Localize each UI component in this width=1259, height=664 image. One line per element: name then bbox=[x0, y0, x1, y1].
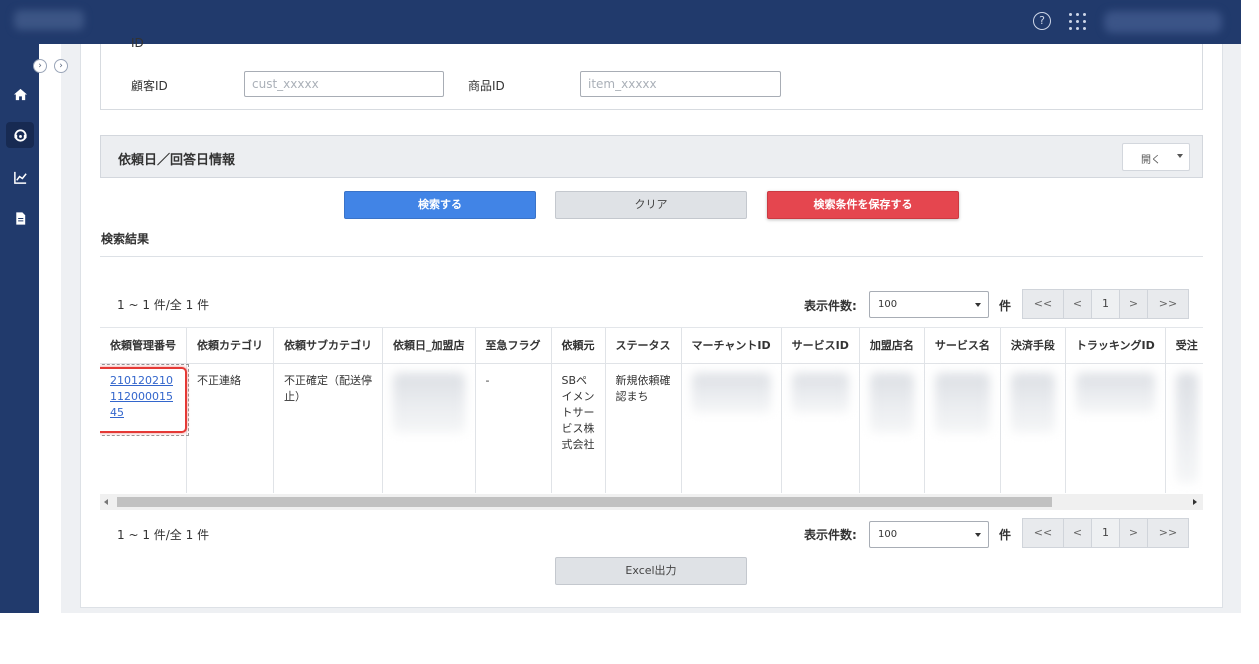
sidebar bbox=[0, 44, 39, 613]
merchant-name-cell bbox=[859, 363, 925, 493]
column-header[interactable]: トラッキングID bbox=[1065, 328, 1166, 364]
status-cell: 新規依頼確認まち bbox=[605, 363, 682, 493]
urgent-flag-cell: - bbox=[475, 363, 552, 493]
category-cell: 不正連絡 bbox=[186, 363, 274, 493]
chart-icon[interactable] bbox=[6, 164, 34, 190]
excel-export-button[interactable]: Excel出力 bbox=[555, 557, 747, 585]
pager-first[interactable]: << bbox=[1022, 289, 1064, 319]
pager-current[interactable]: 1 bbox=[1091, 289, 1120, 319]
tracking-id-cell bbox=[1065, 363, 1166, 493]
help-icon[interactable]: ? bbox=[1033, 12, 1051, 30]
open-panel-button[interactable]: 開く bbox=[1122, 143, 1190, 171]
column-header[interactable]: マーチャントID bbox=[681, 328, 782, 364]
redacted-value bbox=[691, 372, 771, 413]
page-size-select-bottom[interactable]: 100 bbox=[869, 521, 989, 548]
panel-expand-icon[interactable]: › bbox=[54, 59, 68, 73]
service-id-cell bbox=[781, 363, 860, 493]
redacted-value bbox=[393, 372, 465, 433]
highlight-box bbox=[100, 366, 187, 433]
id-label: ID bbox=[131, 36, 144, 50]
column-header[interactable]: 決済手段 bbox=[1000, 328, 1066, 364]
pager-prev[interactable]: < bbox=[1063, 518, 1092, 548]
document-icon[interactable] bbox=[6, 205, 34, 231]
top-bar: ? bbox=[0, 0, 1241, 44]
support-icon[interactable] bbox=[6, 122, 34, 148]
page-size-label-bottom: 表示件数: bbox=[804, 528, 857, 542]
result-count-bottom: 1 ~ 1 件/全 1 件 bbox=[117, 528, 210, 542]
search-button[interactable]: 検索する bbox=[344, 191, 536, 219]
page-size-unit-bottom: 件 bbox=[999, 528, 1012, 542]
page-size-select-top[interactable]: 100 bbox=[869, 291, 989, 318]
scroll-left-icon[interactable] bbox=[104, 499, 108, 505]
save-conditions-button[interactable]: 検索条件を保存する bbox=[767, 191, 959, 219]
customer-id-input[interactable] bbox=[244, 71, 444, 97]
pager-last[interactable]: >> bbox=[1147, 289, 1189, 319]
pager-bottom: << < 1 > >> bbox=[1022, 518, 1189, 548]
product-id-label: 商品ID bbox=[468, 79, 505, 93]
column-header[interactable]: ステータス bbox=[605, 328, 682, 364]
caret-down-icon bbox=[975, 303, 981, 307]
column-header[interactable]: 至急フラグ bbox=[475, 328, 552, 364]
sidebar-expand-icon[interactable]: › bbox=[33, 59, 47, 73]
pager-first[interactable]: << bbox=[1022, 518, 1064, 548]
column-header[interactable]: 受注 bbox=[1165, 328, 1203, 364]
merchant-request-date-cell bbox=[382, 363, 476, 493]
pager-current[interactable]: 1 bbox=[1091, 518, 1120, 548]
page-size-label-top: 表示件数: bbox=[804, 299, 857, 313]
redacted-value bbox=[791, 372, 849, 413]
pager-last[interactable]: >> bbox=[1147, 518, 1189, 548]
divider bbox=[100, 256, 1203, 257]
scroll-thumb[interactable] bbox=[117, 497, 1052, 507]
table-row: 210120210112000015 45 不正連絡 不正確定（配送停止） - … bbox=[100, 363, 1203, 493]
subcategory-cell: 不正確定（配送停止） bbox=[273, 363, 383, 493]
column-header[interactable]: サービスID bbox=[781, 328, 860, 364]
pager-top: << < 1 > >> bbox=[1022, 289, 1189, 319]
home-icon[interactable] bbox=[6, 81, 34, 107]
redacted-value bbox=[869, 372, 914, 433]
requester-cell: SBペイメントサービス株式会社 bbox=[551, 363, 606, 493]
pager-prev[interactable]: < bbox=[1063, 289, 1092, 319]
open-panel-label: 開く bbox=[1141, 155, 1161, 166]
redacted-value bbox=[934, 372, 990, 433]
redacted-value bbox=[1075, 372, 1155, 413]
pager-next[interactable]: > bbox=[1119, 518, 1148, 548]
results-table: 依頼管理番号 依頼カテゴリ 依頼サブカテゴリ 依頼日_加盟店 至急フラグ 依頼元… bbox=[100, 327, 1203, 493]
page-size-unit-top: 件 bbox=[999, 299, 1012, 313]
merchant-id-cell bbox=[681, 363, 782, 493]
page-size-value: 100 bbox=[878, 529, 898, 540]
horizontal-scrollbar[interactable] bbox=[100, 494, 1203, 510]
table-header-row: 依頼管理番号 依頼カテゴリ 依頼サブカテゴリ 依頼日_加盟店 至急フラグ 依頼元… bbox=[100, 328, 1203, 364]
user-menu[interactable] bbox=[1104, 11, 1222, 33]
customer-id-label: 顧客ID bbox=[131, 79, 168, 93]
request-number-cell: 210120210112000015 45 bbox=[100, 363, 189, 493]
column-header[interactable]: 依頼管理番号 bbox=[100, 328, 187, 364]
order-cell bbox=[1165, 363, 1203, 493]
column-header[interactable]: 依頼カテゴリ bbox=[186, 328, 274, 364]
column-header[interactable]: 加盟店名 bbox=[859, 328, 925, 364]
result-count-top: 1 ~ 1 件/全 1 件 bbox=[117, 298, 210, 312]
column-header[interactable]: 依頼日_加盟店 bbox=[382, 328, 476, 364]
clear-button[interactable]: クリア bbox=[555, 191, 747, 219]
caret-down-icon bbox=[1177, 154, 1183, 158]
logo bbox=[14, 10, 84, 30]
payment-method-cell bbox=[1000, 363, 1066, 493]
column-header[interactable]: サービス名 bbox=[924, 328, 1001, 364]
scroll-right-icon[interactable] bbox=[1193, 499, 1197, 505]
caret-down-icon bbox=[975, 533, 981, 537]
apps-grid-icon[interactable] bbox=[1069, 13, 1087, 31]
column-header[interactable]: 依頼サブカテゴリ bbox=[273, 328, 383, 364]
page-size-value: 100 bbox=[878, 299, 898, 310]
redacted-value bbox=[1175, 372, 1198, 483]
column-header[interactable]: 依頼元 bbox=[551, 328, 606, 364]
request-date-panel[interactable]: 依頼日／回答日情報 開く bbox=[100, 135, 1203, 178]
pager-next[interactable]: > bbox=[1119, 289, 1148, 319]
request-date-panel-title: 依頼日／回答日情報 bbox=[118, 153, 236, 168]
results-title: 検索結果 bbox=[101, 232, 150, 246]
service-name-cell bbox=[924, 363, 1001, 493]
product-id-input[interactable] bbox=[580, 71, 781, 97]
redacted-value bbox=[1010, 372, 1055, 433]
